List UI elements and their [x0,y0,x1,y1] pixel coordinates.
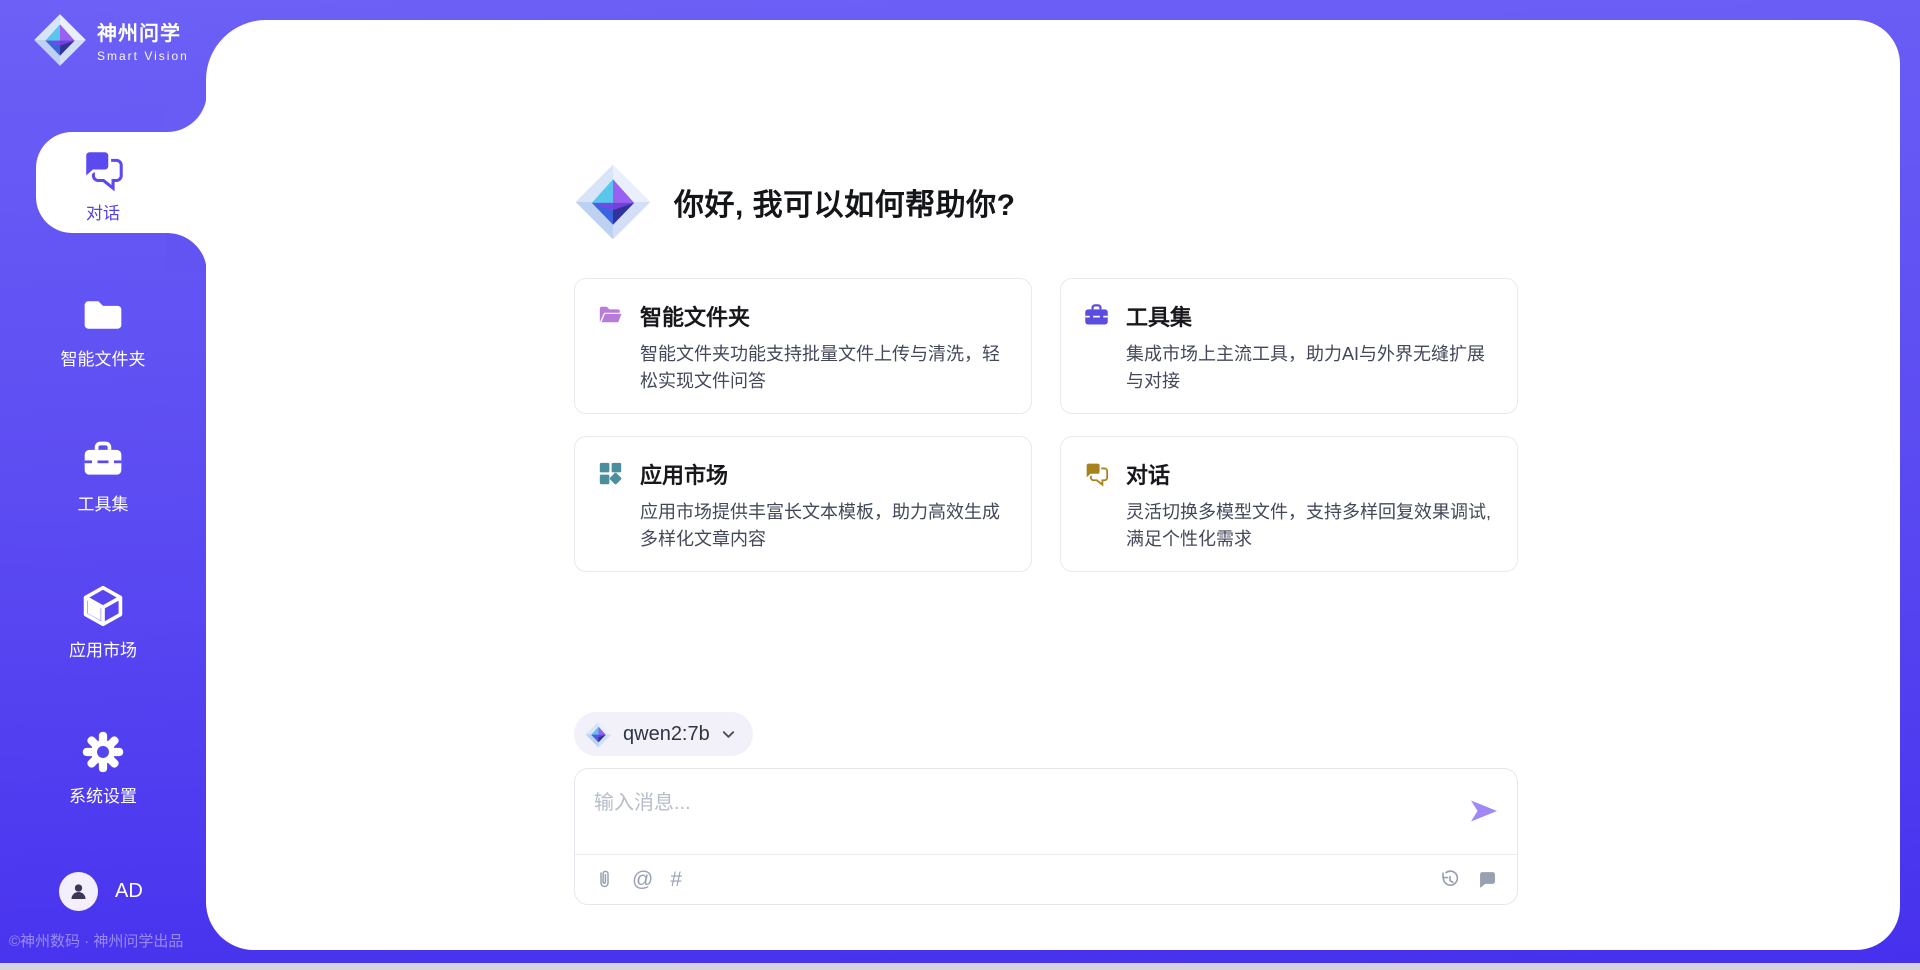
apps-icon [597,460,624,487]
sidebar-item-folder[interactable]: 智能文件夹 [0,293,206,370]
card-app-market[interactable]: 应用市场 应用市场提供丰富长文本模板，助力高效生成多样化文章内容 [574,436,1032,572]
hashtag-icon[interactable]: # [670,869,682,890]
message-composer[interactable]: 输入消息... @ # [574,768,1518,905]
brand-name: 神州问学 [97,17,189,46]
model-selector[interactable]: qwen2:7b [574,712,753,756]
cube-icon [81,584,125,628]
gear-icon [81,730,125,774]
sidebar-item-label: 系统设置 [69,782,137,807]
brand-gem-icon [33,13,87,67]
chevron-down-icon [721,727,736,742]
card-description: 灵活切换多模型文件，支持多样回复效果调试,满足个性化需求 [1126,499,1499,553]
card-title: 应用市场 [640,458,1013,490]
person-icon [68,881,89,902]
greeting-row: 你好, 我可以如何帮助你? [574,163,1016,241]
paperclip-icon[interactable] [594,869,615,890]
chat-bubble-icon[interactable] [1477,869,1498,890]
model-logo-icon [585,721,612,748]
card-description: 智能文件夹功能支持批量文件上传与清洗，轻松实现文件问答 [640,341,1013,395]
folder-open-icon [597,302,624,329]
feature-cards: 智能文件夹 智能文件夹功能支持批量文件上传与清洗，轻松实现文件问答 工具集 集成… [574,278,1518,572]
model-name: qwen2:7b [623,723,710,746]
sidebar-item-label: 对话 [86,199,120,224]
main-panel: 你好, 我可以如何帮助你? 智能文件夹 智能文件夹功能支持批量文件上传与清洗，轻… [206,20,1900,950]
card-smart-folder[interactable]: 智能文件夹 智能文件夹功能支持批量文件上传与清洗，轻松实现文件问答 [574,278,1032,414]
sidebar: 神州问学 Smart Vision 对话 智能文件夹 工具集 应用市场 [0,0,206,970]
card-chat[interactable]: 对话 灵活切换多模型文件，支持多样回复效果调试,满足个性化需求 [1060,436,1518,572]
sidebar-item-label: 应用市场 [69,636,137,661]
composer-toolbar: @ # [575,854,1517,904]
history-icon[interactable] [1439,869,1460,890]
chat-icon [80,146,126,192]
card-description: 应用市场提供丰富长文本模板，助力高效生成多样化文章内容 [640,499,1013,553]
greeting-title: 你好, 我可以如何帮助你? [674,180,1016,224]
brand-logo: 神州问学 Smart Vision [33,13,189,67]
user-initials: AD [115,880,143,903]
chat-icon [1083,460,1110,487]
briefcase-icon [1083,302,1110,329]
briefcase-icon [81,438,125,482]
sidebar-item-label: 工具集 [78,490,129,515]
sidebar-item-label: 智能文件夹 [61,345,146,370]
mention-icon[interactable]: @ [632,869,653,890]
footer-credit: ©神州数码 · 神州问学出品 [8,930,206,951]
sidebar-item-settings[interactable]: 系统设置 [0,730,206,807]
card-description: 集成市场上主流工具，助力AI与外界无缝扩展与对接 [1126,341,1499,395]
folder-icon [81,293,125,337]
sidebar-item-tools[interactable]: 工具集 [0,438,206,515]
brand-subtitle: Smart Vision [97,49,189,63]
sidebar-item-chat[interactable]: 对话 [36,132,208,233]
card-toolset[interactable]: 工具集 集成市场上主流工具，助力AI与外界无缝扩展与对接 [1060,278,1518,414]
send-icon[interactable] [1468,795,1500,827]
user-profile[interactable]: AD [59,872,143,911]
card-title: 对话 [1126,458,1499,490]
sidebar-item-market[interactable]: 应用市场 [0,584,206,661]
window-bottom-strip [0,963,1920,970]
message-input[interactable]: 输入消息... [594,786,691,815]
card-title: 工具集 [1126,300,1499,332]
card-title: 智能文件夹 [640,300,1013,332]
assistant-logo-icon [574,163,652,241]
avatar [59,872,98,911]
